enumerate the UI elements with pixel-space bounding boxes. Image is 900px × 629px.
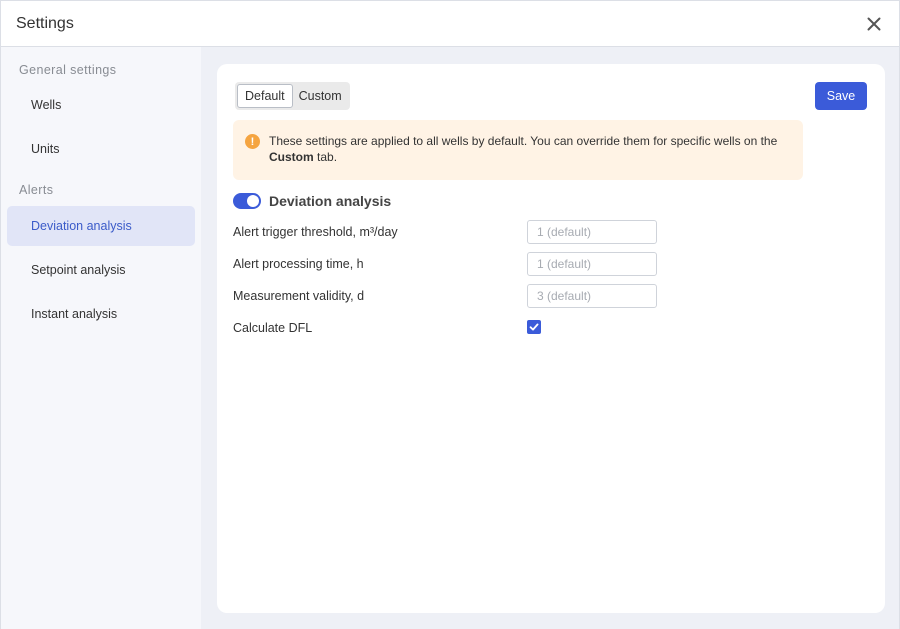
settings-window: Settings General settings Wells Units Al… — [0, 0, 900, 629]
notice-text-before: These settings are applied to all wells … — [269, 134, 778, 148]
section-toggle-row: Deviation analysis — [233, 192, 391, 210]
window-title: Settings — [16, 14, 74, 32]
exclamation-icon: ! — [245, 134, 260, 149]
close-icon — [867, 17, 881, 30]
sidebar-item-wells[interactable]: Wells — [7, 85, 195, 125]
tab-custom[interactable]: Custom — [293, 84, 348, 108]
sidebar-item-deviation-analysis[interactable]: Deviation analysis — [7, 206, 195, 246]
threshold-label: Alert trigger threshold, m³/day — [233, 225, 398, 239]
sidebar: General settings Wells Units Alerts Devi… — [1, 47, 201, 629]
processing-time-input[interactable] — [527, 252, 657, 276]
section-title: Deviation analysis — [269, 193, 392, 209]
threshold-input[interactable] — [527, 220, 657, 244]
validity-input[interactable] — [527, 284, 657, 308]
sidebar-item-units[interactable]: Units — [7, 129, 195, 169]
sidebar-item-instant-analysis[interactable]: Instant analysis — [7, 294, 195, 334]
validity-label: Measurement validity, d — [233, 289, 365, 303]
settings-panel: Default Custom Save ! These settings are… — [217, 64, 885, 613]
processing-time-label: Alert processing time, h — [233, 257, 364, 271]
main-area: Default Custom Save ! These settings are… — [201, 47, 899, 629]
sidebar-section-alerts: Alerts — [19, 183, 54, 197]
window-header: Settings — [1, 1, 899, 47]
notice-text-after: tab. — [313, 150, 338, 164]
sidebar-section-general: General settings — [19, 63, 117, 77]
info-notice: ! These settings are applied to all well… — [233, 120, 803, 180]
tab-default[interactable]: Default — [237, 84, 293, 108]
notice-text-bold: Custom — [269, 150, 314, 164]
calculate-dfl-checkbox[interactable] — [527, 320, 541, 334]
sidebar-item-setpoint-analysis[interactable]: Setpoint analysis — [7, 250, 195, 290]
calculate-dfl-label: Calculate DFL — [233, 321, 313, 335]
deviation-analysis-toggle[interactable] — [233, 193, 261, 209]
save-button[interactable]: Save — [815, 82, 867, 110]
check-icon — [529, 323, 539, 331]
tab-switcher: Default Custom — [235, 82, 350, 110]
close-button[interactable] — [863, 13, 885, 35]
